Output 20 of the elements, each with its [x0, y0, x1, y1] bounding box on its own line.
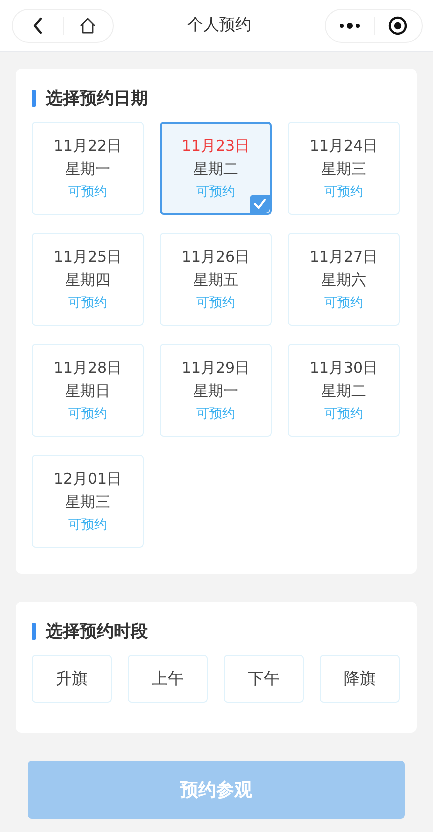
accent-bar	[32, 90, 36, 107]
date-option[interactable]: 11月28日 星期日 可预约	[32, 344, 144, 437]
date-option[interactable]: 11月23日 星期二 可预约	[160, 122, 272, 215]
page-title: 个人预约	[188, 15, 252, 36]
date-option[interactable]: 11月22日 星期一 可预约	[32, 122, 144, 215]
date-option[interactable]: 11月27日 星期六 可预约	[288, 233, 400, 326]
time-slot-option[interactable]: 下午	[224, 655, 304, 703]
time-slot-option[interactable]: 降旗	[320, 655, 400, 703]
date-option[interactable]: 12月01日 星期三 可预约	[32, 455, 144, 548]
accent-bar	[32, 623, 36, 640]
date-option[interactable]: 11月26日 星期五 可预约	[160, 233, 272, 326]
date-option[interactable]: 11月24日 星期三 可预约	[288, 122, 400, 215]
time-slot-option[interactable]: 上午	[128, 655, 208, 703]
check-icon	[250, 195, 270, 213]
date-option[interactable]: 11月25日 星期四 可预约	[32, 233, 144, 326]
section-title: 选择预约日期	[46, 88, 148, 110]
date-option[interactable]: 11月30日 星期二 可预约	[288, 344, 400, 437]
date-option[interactable]: 11月29日 星期一 可预约	[160, 344, 272, 437]
section-title: 选择预约时段	[46, 621, 148, 643]
time-slot-option[interactable]: 升旗	[32, 655, 112, 703]
